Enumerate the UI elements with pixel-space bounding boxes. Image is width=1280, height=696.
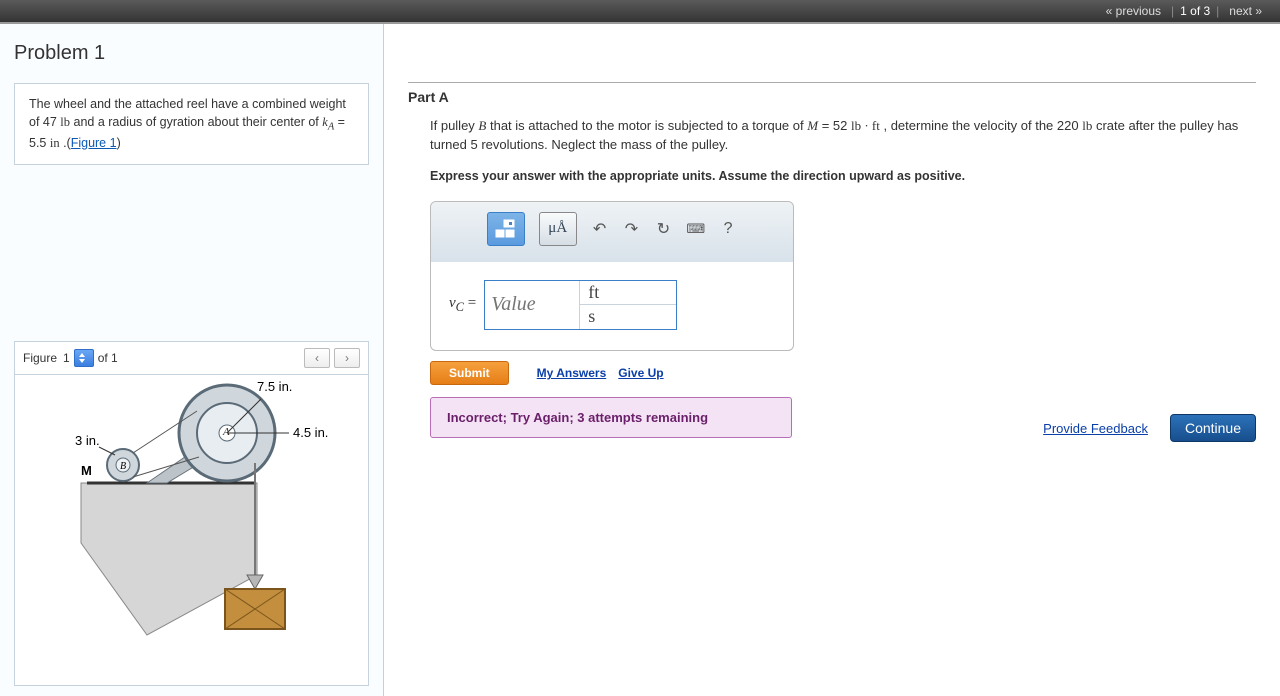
right-panel: Part A If pulley B that is attached to t…	[384, 24, 1280, 696]
unit-denominator[interactable]: s	[580, 304, 676, 329]
equation-toolbar: μÅ ↶ ↷ ↻ ⌨ ?	[431, 202, 793, 262]
unit-numerator[interactable]: ft	[580, 281, 676, 305]
problem-statement-box: The wheel and the attached reel have a c…	[14, 83, 369, 165]
value-units-field: ft s	[484, 280, 677, 330]
part-title: Part A	[408, 89, 1256, 105]
answer-input-box: μÅ ↶ ↷ ↻ ⌨ ? vC = ft s	[430, 201, 794, 351]
units-button[interactable]: μÅ	[539, 212, 577, 246]
left-panel: Problem 1 The wheel and the attached ree…	[0, 24, 384, 696]
svg-text:3 in.: 3 in.	[75, 433, 100, 448]
unit-lb: lb	[60, 115, 70, 129]
reset-icon[interactable]: ↻	[654, 219, 672, 239]
top-nav-bar: « previous | 1 of 3 | next »	[0, 0, 1280, 24]
svg-text:B: B	[120, 461, 126, 472]
problem-text: )	[117, 136, 121, 150]
provide-feedback-link[interactable]: Provide Feedback	[1043, 421, 1148, 436]
fraction-template-icon	[494, 219, 518, 239]
answer-variable: vC =	[449, 295, 476, 315]
figure-prev-button[interactable]: ‹	[304, 348, 330, 368]
problem-text: .(	[60, 136, 71, 150]
redo-icon[interactable]: ↷	[623, 219, 641, 239]
var-M: M	[807, 118, 818, 133]
svg-text:4.5 in.: 4.5 in.	[293, 425, 328, 440]
separator: |	[1171, 4, 1174, 18]
part-divider	[408, 82, 1256, 83]
separator: |	[1216, 4, 1219, 18]
figure-index: 1	[63, 351, 70, 365]
unit-in: in	[50, 136, 60, 150]
my-answers-link[interactable]: My Answers	[537, 366, 607, 380]
svg-text:M: M	[81, 463, 92, 478]
units-fraction[interactable]: ft s	[579, 281, 676, 329]
figure-image: A 7.5 in. 4.5 in. B 3 in. M	[14, 375, 369, 686]
unit-lbft: lb · ft	[851, 118, 880, 133]
keyboard-icon[interactable]: ⌨	[686, 219, 705, 239]
figure-link[interactable]: Figure 1	[71, 136, 117, 150]
help-icon[interactable]: ?	[719, 219, 737, 239]
give-up-link[interactable]: Give Up	[618, 366, 663, 380]
var-kA: kA	[322, 115, 334, 129]
figure-next-button[interactable]: ›	[334, 348, 360, 368]
page-position: 1 of 3	[1180, 4, 1210, 18]
template-button[interactable]	[487, 212, 525, 246]
svg-text:A: A	[222, 426, 230, 438]
figure-stepper-icon[interactable]	[74, 349, 94, 367]
unit-lb: lb	[1082, 118, 1092, 133]
action-row: Submit My Answers Give Up	[430, 361, 1256, 385]
problem-title: Problem 1	[14, 42, 369, 65]
figure-selector-bar: Figure 1 of 1 ‹ ›	[14, 341, 369, 375]
problem-text: and a radius of gyration about their cen…	[70, 115, 322, 129]
next-link[interactable]: next »	[1229, 4, 1262, 18]
undo-icon[interactable]: ↶	[591, 219, 609, 239]
value-input[interactable]	[485, 281, 579, 329]
figure-total: of 1	[98, 351, 118, 365]
svg-text:7.5 in.: 7.5 in.	[257, 379, 292, 394]
continue-button[interactable]: Continue	[1170, 414, 1256, 442]
feedback-message: Incorrect; Try Again; 3 attempts remaini…	[430, 397, 792, 438]
prev-link[interactable]: « previous	[1106, 4, 1161, 18]
answer-instruction: Express your answer with the appropriate…	[408, 169, 1256, 183]
question-text: If pulley B that is attached to the moto…	[408, 117, 1256, 155]
submit-button[interactable]: Submit	[430, 361, 509, 385]
answer-entry-row: vC = ft s	[431, 262, 793, 350]
footer-actions: Provide Feedback Continue	[1043, 414, 1256, 442]
figure-label: Figure	[23, 351, 57, 365]
